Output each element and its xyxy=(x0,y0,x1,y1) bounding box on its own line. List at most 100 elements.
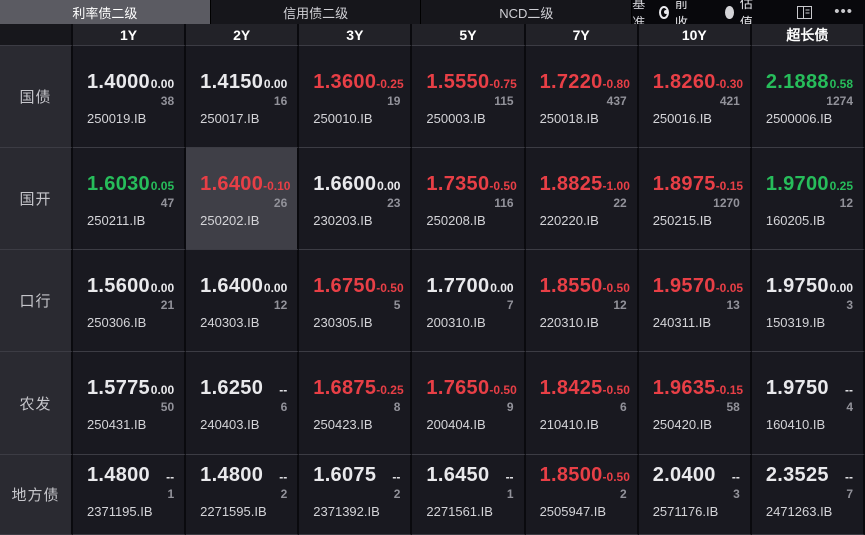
tab-rates-secondary[interactable]: 利率债二级 xyxy=(0,0,211,24)
bond-code: 250018.IB xyxy=(539,111,599,126)
bond-cell[interactable]: 1.4800 -- 1 2371195.IB xyxy=(73,455,187,535)
volume-value: 6 xyxy=(280,400,288,414)
yield-value: 1.8975 xyxy=(652,173,716,195)
change-value: -- xyxy=(279,470,288,484)
bond-cell[interactable]: 1.6600 0.00 23 230203.IB xyxy=(299,148,413,250)
bond-cell[interactable]: 1.6875 -0.25 8 250423.IB xyxy=(299,352,413,455)
row-header[interactable]: 地方债 xyxy=(0,455,73,535)
yield-value: 1.9750 xyxy=(765,377,829,399)
bond-cell[interactable]: 2.3525 -- 7 2471263.IB xyxy=(751,455,865,535)
yield-value: 1.5775 xyxy=(87,377,150,399)
bond-cell[interactable]: 1.7650 -0.50 9 200404.IB xyxy=(412,352,526,455)
volume-value: 9 xyxy=(506,400,514,414)
bond-cell[interactable]: 1.8825 -1.00 22 220220.IB xyxy=(525,148,639,250)
yield-value: 1.9635 xyxy=(652,377,716,399)
yield-value: 1.6875 xyxy=(313,377,377,399)
volume-value: 4 xyxy=(846,400,853,414)
change-value: -0.50 xyxy=(602,383,630,397)
bond-cell[interactable]: 1.8425 -0.50 6 210410.IB xyxy=(525,352,639,455)
column-header-10y[interactable]: 10Y xyxy=(638,24,752,46)
bond-code: 2271561.IB xyxy=(426,504,493,519)
bond-cell[interactable]: 1.6750 -0.50 5 230305.IB xyxy=(299,250,413,352)
volume-value: 12 xyxy=(839,196,853,210)
bond-cell[interactable]: 1.4000 0.00 38 250019.IB xyxy=(73,46,187,148)
volume-value: 3 xyxy=(733,487,740,501)
bond-cell[interactable]: 1.8260 -0.30 421 250016.IB xyxy=(638,46,752,148)
bond-code: 200310.IB xyxy=(426,315,486,330)
bond-cell[interactable]: 1.7350 -0.50 116 250208.IB xyxy=(412,148,526,250)
panel-layout-icon[interactable] xyxy=(797,5,813,19)
bond-cell[interactable]: 1.5600 0.00 21 250306.IB xyxy=(73,250,187,352)
yield-value: 1.9570 xyxy=(652,275,716,297)
tab-credit-secondary[interactable]: 信用债二级 xyxy=(210,0,422,24)
bond-cell[interactable]: 1.3600 -0.25 19 250010.IB xyxy=(299,46,413,148)
volume-value: 12 xyxy=(613,298,627,312)
column-header-超长债[interactable]: 超长债 xyxy=(751,24,865,46)
bond-cell[interactable]: 1.9635 -0.15 58 250420.IB xyxy=(638,352,752,455)
cell-top-line: 2.3525 -- xyxy=(766,464,853,487)
bond-code: 2505947.IB xyxy=(539,504,607,519)
bond-cell[interactable]: 1.8550 -0.50 12 220310.IB xyxy=(525,250,639,352)
column-header-7y[interactable]: 7Y xyxy=(525,24,639,46)
bond-cell[interactable]: 1.4150 0.00 16 250017.IB xyxy=(186,46,300,148)
cell-top-line: 1.9750 -- xyxy=(766,377,853,400)
change-value: -0.50 xyxy=(602,470,630,484)
bond-cell[interactable]: 1.8975 -0.15 1270 250215.IB xyxy=(638,148,752,250)
volume-value: 21 xyxy=(160,298,175,312)
cell-top-line: 1.7700 0.00 xyxy=(426,275,513,298)
bond-cell[interactable]: 1.8500 -0.50 2 2505947.IB xyxy=(525,455,639,535)
volume-value: 3 xyxy=(846,298,853,312)
change-value: -0.15 xyxy=(715,179,744,193)
tab-ncd-secondary[interactable]: NCD二级 xyxy=(421,0,633,24)
volume-value: 16 xyxy=(273,94,288,108)
bond-cell[interactable]: 1.9750 0.00 3 150319.IB xyxy=(751,250,865,352)
bond-code: 250003.IB xyxy=(426,111,486,126)
row-header[interactable]: 口行 xyxy=(0,250,73,352)
more-icon[interactable]: ••• xyxy=(834,4,853,19)
bond-cell[interactable]: 1.5775 0.00 50 250431.IB xyxy=(73,352,187,455)
volume-value: 115 xyxy=(494,94,514,108)
bond-cell[interactable]: 1.6075 -- 2 2371392.IB xyxy=(299,455,413,535)
radio-unselected-icon xyxy=(725,5,734,19)
bond-cell[interactable]: 1.9750 -- 4 160410.IB xyxy=(751,352,865,455)
column-header-3y[interactable]: 3Y xyxy=(299,24,413,46)
bond-cell[interactable]: 1.6250 -- 6 240403.IB xyxy=(186,352,300,455)
yield-value: 1.8825 xyxy=(539,173,603,195)
yield-value: 1.6030 xyxy=(87,173,150,195)
bond-code: 240403.IB xyxy=(200,417,260,432)
bond-cell[interactable]: 1.6030 0.05 47 250211.IB xyxy=(73,148,187,250)
yield-value: 1.7220 xyxy=(539,71,603,93)
bond-cell[interactable]: 1.6450 -- 1 2271561.IB xyxy=(412,455,526,535)
column-header-5y[interactable]: 5Y xyxy=(412,24,526,46)
bond-cell[interactable]: 1.7700 0.00 7 200310.IB xyxy=(412,250,526,352)
bond-cell[interactable]: 1.7220 -0.80 437 250018.IB xyxy=(525,46,639,148)
cell-top-line: 1.6400 0.00 xyxy=(200,275,287,298)
volume-value: 26 xyxy=(273,196,288,210)
bond-code: 250010.IB xyxy=(313,111,373,126)
bond-cell[interactable]: 1.9700 0.25 12 160205.IB xyxy=(751,148,865,250)
row-header[interactable]: 国债 xyxy=(0,46,73,148)
volume-value: 2 xyxy=(280,487,288,501)
cell-top-line: 1.6250 -- xyxy=(200,377,287,400)
bond-cell[interactable]: 2.0400 -- 3 2571176.IB xyxy=(638,455,752,535)
bond-cell[interactable]: 1.6400 -0.10 26 250202.IB xyxy=(186,148,300,250)
cell-top-line: 1.4150 0.00 xyxy=(200,71,287,94)
change-value: -0.30 xyxy=(715,77,744,91)
cell-top-line: 1.5600 0.00 xyxy=(87,275,174,298)
bond-cell[interactable]: 1.4800 -- 2 2271595.IB xyxy=(186,455,300,535)
volume-value: 421 xyxy=(719,94,740,108)
bond-cell[interactable]: 1.9570 -0.05 13 240311.IB xyxy=(638,250,752,352)
bond-code: 2500006.IB xyxy=(765,111,833,126)
column-header-2y[interactable]: 2Y xyxy=(186,24,300,46)
bond-cell[interactable]: 1.5550 -0.75 115 250003.IB xyxy=(412,46,526,148)
change-value: -0.75 xyxy=(489,77,517,91)
change-value: -0.50 xyxy=(602,281,630,295)
change-value: 0.00 xyxy=(150,281,175,295)
bond-cell[interactable]: 1.6400 0.00 12 240303.IB xyxy=(186,250,300,352)
bond-cell[interactable]: 2.1888 0.58 1274 2500006.IB xyxy=(751,46,865,148)
row-header[interactable]: 国开 xyxy=(0,148,73,250)
row-header[interactable]: 农发 xyxy=(0,352,73,455)
yield-value: 2.1888 xyxy=(765,71,829,93)
yield-value: 1.3600 xyxy=(313,71,377,93)
column-header-1y[interactable]: 1Y xyxy=(73,24,187,46)
